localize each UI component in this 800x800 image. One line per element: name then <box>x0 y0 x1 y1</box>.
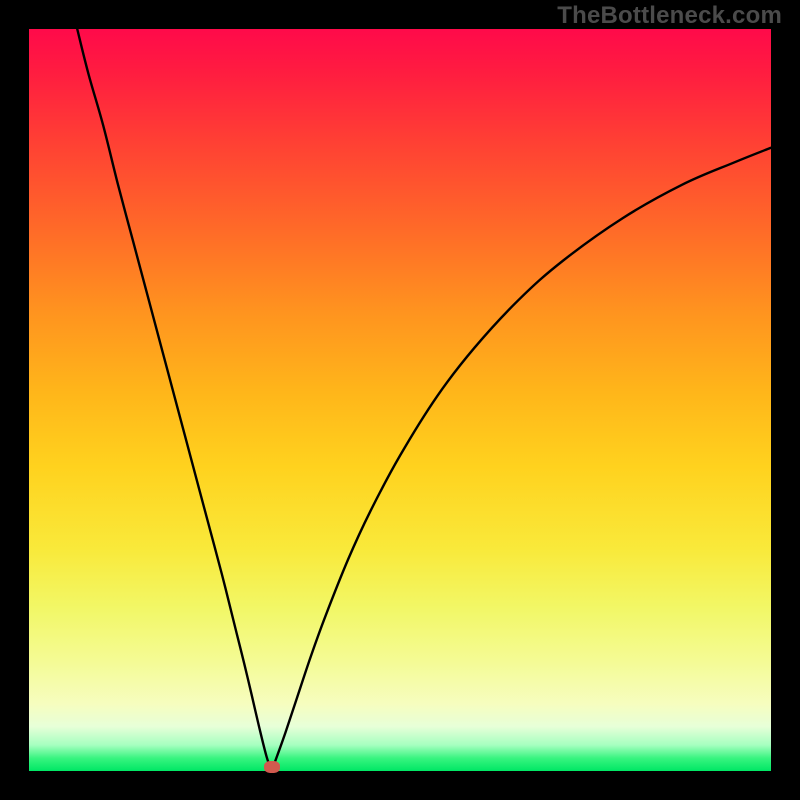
curve-right-arm <box>272 148 771 771</box>
chart-frame: TheBottleneck.com <box>0 0 800 800</box>
plot-area <box>29 29 771 771</box>
curve-left-arm <box>77 29 271 771</box>
marker-dot <box>264 761 280 773</box>
watermark-text: TheBottleneck.com <box>557 2 782 30</box>
bottleneck-curve <box>29 29 771 771</box>
